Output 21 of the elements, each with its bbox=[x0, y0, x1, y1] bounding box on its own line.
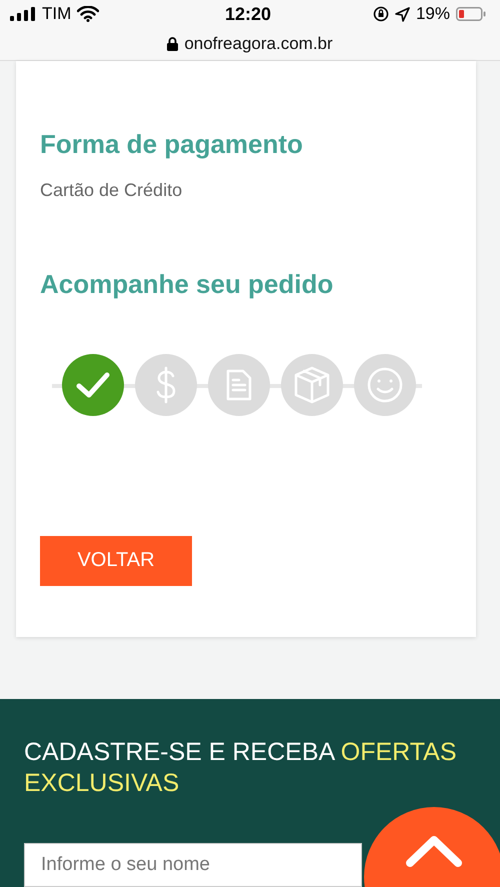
carrier-label: TIM bbox=[42, 4, 72, 24]
smiley-icon bbox=[366, 366, 404, 404]
clock-time: 12:20 bbox=[224, 4, 272, 25]
location-arrow-icon bbox=[394, 6, 410, 22]
battery-percentage: 19% bbox=[416, 4, 450, 24]
newsletter-title: CADASTRE-SE E RECEBA OFERTAS EXCLUSIVAS bbox=[24, 736, 458, 799]
url-text[interactable]: onofreagora.com.br bbox=[184, 34, 333, 54]
wifi-icon bbox=[77, 6, 100, 22]
box-icon bbox=[294, 366, 330, 404]
dollar-icon bbox=[156, 366, 176, 404]
signal-icon bbox=[10, 7, 36, 22]
lock-icon bbox=[167, 37, 178, 52]
section-title: Forma de pagamento bbox=[40, 128, 304, 160]
check-icon bbox=[76, 372, 110, 398]
section-title: Acompanhe seu pedido bbox=[40, 268, 334, 300]
document-icon bbox=[226, 368, 252, 401]
payment-method: Cartão de Crédito bbox=[40, 180, 184, 201]
rotation-lock-icon bbox=[372, 6, 389, 22]
name-input-field[interactable]: Informe o seu nome bbox=[24, 843, 362, 887]
chevron-up-icon bbox=[406, 835, 462, 867]
battery-icon bbox=[456, 7, 486, 22]
